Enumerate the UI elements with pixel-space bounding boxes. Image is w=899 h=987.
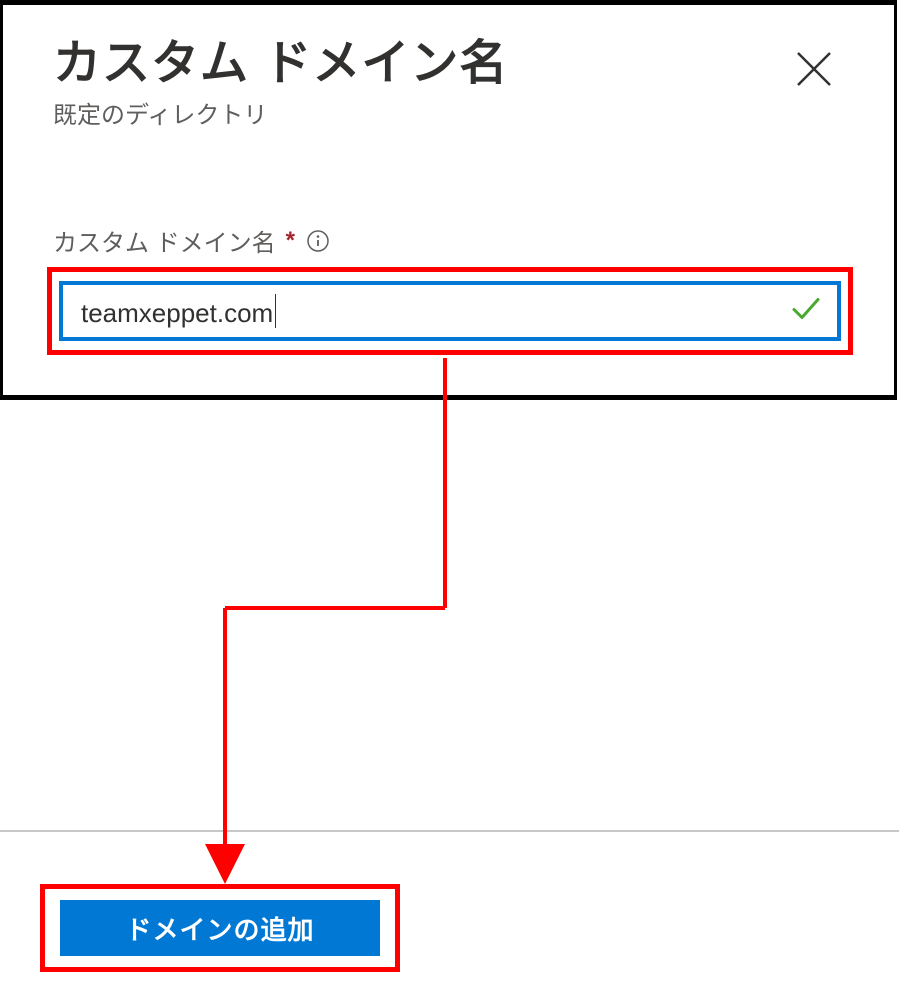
panel-subtitle: 既定のディレクトリ xyxy=(53,95,267,130)
add-domain-button[interactable]: ドメインの追加 xyxy=(60,900,380,956)
close-button[interactable] xyxy=(784,39,844,99)
required-indicator: * xyxy=(286,227,295,255)
custom-domain-input-value: teamxeppet.com xyxy=(81,294,276,329)
custom-domain-input[interactable]: teamxeppet.com xyxy=(59,281,841,341)
info-icon[interactable] xyxy=(305,228,331,254)
custom-domain-panel: カスタム ドメイン名 既定のディレクトリ カスタム ドメイン名 * xyxy=(0,0,897,400)
close-icon xyxy=(794,49,834,89)
checkmark-icon xyxy=(789,292,823,331)
add-domain-button-label: ドメインの追加 xyxy=(125,910,314,947)
footer-separator xyxy=(0,830,899,832)
domain-field-label: カスタム ドメイン名 xyxy=(53,223,276,258)
panel-title: カスタム ドメイン名 xyxy=(53,23,508,93)
field-label-row: カスタム ドメイン名 * xyxy=(53,223,331,258)
input-highlight-annotation: teamxeppet.com xyxy=(47,267,853,355)
button-highlight-annotation: ドメインの追加 xyxy=(40,884,400,972)
